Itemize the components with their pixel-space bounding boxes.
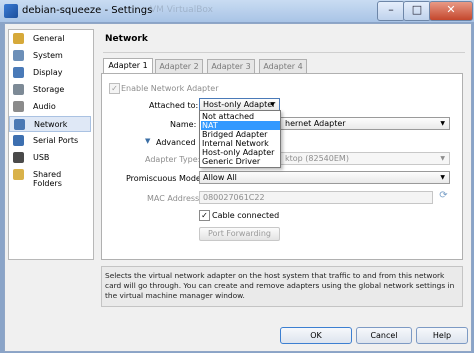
attached-to-label: Attached to: (149, 101, 199, 110)
sidebar-item-label: USB (33, 153, 50, 162)
virtualbox-app-icon (4, 4, 18, 18)
sidebar-item-display[interactable]: Display (9, 65, 91, 81)
enable-adapter-label: Enable Network Adapter (121, 84, 219, 93)
title-separator (103, 52, 465, 53)
sidebar-item-label: Network (34, 120, 68, 129)
tab-adapter-2[interactable]: Adapter 2 (155, 59, 203, 73)
sidebar-item-label: Serial Ports (33, 136, 79, 145)
enable-adapter-checkbox[interactable]: ✓ (109, 83, 120, 94)
refresh-mac-icon[interactable]: ⟳ (437, 189, 450, 202)
sidebar-item-usb[interactable]: USB (9, 150, 91, 166)
chevron-down-icon: ▼ (270, 101, 275, 108)
sidebar-item-label: System (33, 51, 63, 60)
adapter-type-value: ktop (82540EM) (285, 154, 349, 163)
maximize-button[interactable]: □ (403, 1, 431, 21)
chevron-down-icon: ▼ (440, 120, 445, 127)
background-window-title: VM VirtualBox (150, 5, 213, 15)
sidebar-item-label: Display (33, 68, 63, 77)
dropdown-option-internal-network[interactable]: Internal Network (201, 139, 280, 148)
serial-ports-icon (13, 135, 24, 146)
sidebar-item-label: Shared Folders (33, 170, 62, 188)
sidebar-item-audio[interactable]: Audio (9, 99, 91, 115)
dropdown-option-nat[interactable]: NAT (201, 121, 280, 130)
sidebar-item-storage[interactable]: Storage (9, 82, 91, 98)
promiscuous-mode-label: Promiscuous Mode: (126, 174, 204, 183)
dropdown-option-generic-driver[interactable]: Generic Driver (201, 157, 280, 166)
dropdown-option-bridged-adapter[interactable]: Bridged Adapter (201, 130, 280, 139)
adapter-type-label: Adapter Type: (145, 155, 201, 164)
promiscuous-mode-select[interactable]: Allow All ▼ (199, 171, 450, 184)
ok-button[interactable]: OK (280, 327, 352, 344)
usb-icon (13, 152, 24, 163)
tab-adapter-3[interactable]: Adapter 3 (207, 59, 255, 73)
cancel-button[interactable]: Cancel (356, 327, 412, 344)
audio-icon (13, 101, 24, 112)
attached-to-value: Host-only Adapter (203, 100, 276, 109)
chevron-down-icon: ▼ (440, 155, 445, 162)
help-button[interactable]: Help (416, 327, 468, 344)
shared-folders-icon (13, 169, 24, 180)
tab-adapter-1[interactable]: Adapter 1 (103, 58, 153, 73)
name-value: hernet Adapter (285, 119, 346, 128)
attached-to-dropdown: Not attached NAT Bridged Adapter Interna… (199, 110, 281, 168)
network-icon (14, 119, 25, 130)
promiscuous-mode-value: Allow All (203, 173, 237, 182)
advanced-expand-icon[interactable]: ▼ (145, 137, 150, 145)
tab-adapter-4[interactable]: Adapter 4 (259, 59, 307, 73)
name-label: Name: (170, 120, 197, 129)
sidebar-item-shared-folders[interactable]: Shared Folders (9, 167, 91, 188)
window-title: debian-squeeze - Settings (22, 5, 153, 16)
cable-connected-label: Cable connected (212, 211, 280, 220)
cable-connected-checkbox[interactable]: ✓ (199, 210, 210, 221)
sidebar-item-system[interactable]: System (9, 48, 91, 64)
dropdown-option-not-attached[interactable]: Not attached (201, 112, 280, 121)
general-icon (13, 33, 24, 44)
mac-address-field[interactable]: 080027061C22 (199, 191, 433, 204)
page-title: Network (105, 34, 148, 44)
mac-address-label: MAC Address: (147, 194, 202, 203)
sidebar-item-serial-ports[interactable]: Serial Ports (9, 133, 91, 149)
display-icon (13, 67, 24, 78)
sidebar-item-general[interactable]: General (9, 31, 91, 47)
advanced-label[interactable]: Advanced (156, 138, 196, 147)
sidebar-item-label: Audio (33, 102, 56, 111)
minimize-button[interactable]: – (377, 1, 405, 21)
system-icon (13, 50, 24, 61)
help-description: Selects the virtual network adapter on t… (101, 266, 463, 307)
sidebar-item-network[interactable]: Network (9, 116, 91, 132)
chevron-down-icon: ▼ (440, 174, 445, 181)
sidebar-item-label: General (33, 34, 65, 43)
port-forwarding-button[interactable]: Port Forwarding (199, 227, 280, 241)
sidebar-item-label: Storage (33, 85, 65, 94)
dropdown-option-host-only-adapter[interactable]: Host-only Adapter (201, 148, 280, 157)
close-button[interactable]: ✕ (429, 1, 473, 21)
storage-icon (13, 84, 24, 95)
